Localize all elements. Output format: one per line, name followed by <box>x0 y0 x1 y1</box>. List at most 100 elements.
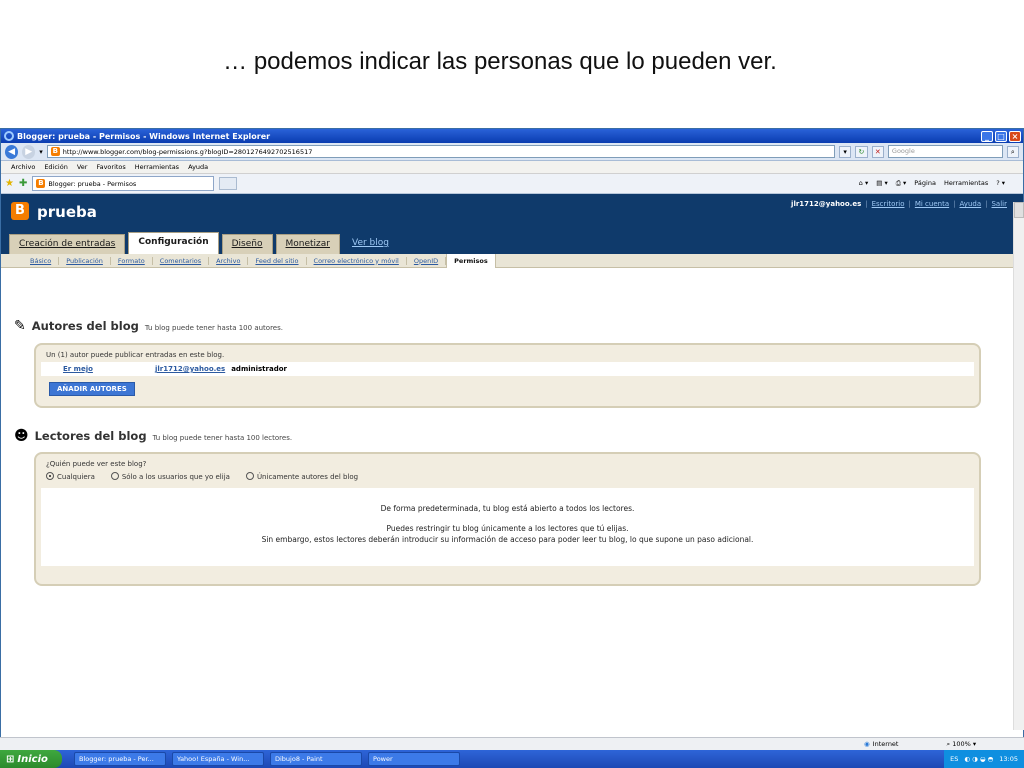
menu-edicion[interactable]: Edición <box>44 163 68 171</box>
table-row: Er mejo jlr1712@yahoo.es administrador <box>41 362 974 376</box>
author-name[interactable]: Er mejo <box>63 365 155 373</box>
task-paint[interactable]: Dibujo8 - Paint <box>270 752 362 766</box>
author-role: administrador <box>231 365 287 373</box>
menu-herramientas[interactable]: Herramientas <box>135 163 179 171</box>
add-favorites-icon[interactable]: ✚ <box>19 178 27 189</box>
tab-creacion-de-entradas[interactable]: Creación de entradas <box>9 234 126 254</box>
menu-ver[interactable]: Ver <box>77 163 88 171</box>
refresh-button[interactable]: ↻ <box>855 145 868 158</box>
browser-tab[interactable]: B Blogger: prueba - Permisos <box>32 176 215 191</box>
link-ayuda[interactable]: Ayuda <box>959 200 981 208</box>
view-blog-link[interactable]: Ver blog <box>343 234 398 254</box>
option-usuarios-elegidos[interactable]: Sólo a los usuarios que yo elija <box>110 472 230 481</box>
zoom-icon: ⌕ <box>946 739 951 748</box>
history-dropdown-icon[interactable]: ▾ <box>39 148 43 156</box>
window-controls: _ □ × <box>981 130 1023 142</box>
language-indicator[interactable]: ES <box>950 755 958 763</box>
search-input[interactable]: Google <box>887 145 1003 158</box>
task-ie-blogger[interactable]: Blogger: prueba - Per... <box>74 752 166 766</box>
status-bar: ◉ Internet ⌕ 100% ▾ <box>0 737 1024 750</box>
url-field[interactable]: B http://www.blogger.com/blog-permission… <box>46 145 835 158</box>
feeds-icon[interactable]: ▤ ▾ <box>876 179 887 188</box>
tab-bar: ★ ✚ B Blogger: prueba - Permisos ⌂ ▾ ▤ ▾… <box>1 174 1023 194</box>
readers-info-box: De forma predeterminada, tu blog está ab… <box>41 488 974 566</box>
subtab-feed-del-sitio[interactable]: Feed del sitio <box>248 256 307 265</box>
readers-question: ¿Quién puede ver este blog? <box>46 460 147 468</box>
subtab-permisos[interactable]: Permisos <box>446 253 496 268</box>
readers-title: Lectores del blog <box>34 429 147 443</box>
favorites-star-icon[interactable]: ★ <box>5 178 14 189</box>
radio-selected-icon[interactable] <box>46 472 54 480</box>
subtab-publicacion[interactable]: Publicación <box>59 256 111 265</box>
tools-menu[interactable]: Herramientas <box>944 179 988 188</box>
page-menu[interactable]: Página <box>914 179 936 188</box>
tab-diseno[interactable]: Diseño <box>221 234 273 254</box>
maximize-button[interactable]: □ <box>995 130 1007 142</box>
subtab-archivo[interactable]: Archivo <box>209 256 249 265</box>
subtab-openid[interactable]: OpenID <box>407 256 447 265</box>
blogger-logo-icon: B <box>11 202 29 220</box>
authors-section-header: ✎ Autores del blog Tu blog puede tener h… <box>14 318 283 334</box>
link-salir[interactable]: Salir <box>991 200 1007 208</box>
readers-subtitle: Tu blog puede tener hasta 100 lectores. <box>152 434 293 442</box>
subtab-comentarios[interactable]: Comentarios <box>153 256 210 265</box>
slide-caption: … podemos indicar las personas que lo pu… <box>223 48 777 75</box>
add-authors-button[interactable]: AÑADIR AUTORES <box>49 382 135 396</box>
browser-window: Blogger: prueba - Permisos - Windows Int… <box>0 128 1024 768</box>
tab-monetizar[interactable]: Monetizar <box>275 234 340 254</box>
menu-bar: Archivo Edición Ver Favoritos Herramient… <box>1 161 1023 174</box>
security-zone: ◉ Internet <box>864 740 898 748</box>
authors-note: Un (1) autor puede publicar entradas en … <box>46 351 225 359</box>
home-icon[interactable]: ⌂ ▾ <box>859 179 868 188</box>
print-icon[interactable]: ⎙ ▾ <box>896 179 907 188</box>
close-button[interactable]: × <box>1009 130 1021 142</box>
browser-tab-label: Blogger: prueba - Permisos <box>48 179 137 188</box>
readers-info-restrict: Puedes restringir tu blog únicamente a l… <box>386 524 629 533</box>
globe-icon: ◉ <box>864 740 870 748</box>
option-solo-autores[interactable]: Únicamente autores del blog <box>245 472 358 481</box>
menu-ayuda[interactable]: Ayuda <box>188 163 208 171</box>
subtab-formato[interactable]: Formato <box>111 256 153 265</box>
tray-icons[interactable]: ◐ ◑ ◒ ◓ <box>964 755 993 763</box>
page-scrollbar[interactable] <box>1013 202 1024 730</box>
url-dropdown-button[interactable]: ▾ <box>838 145 852 158</box>
subtab-correo-electronico[interactable]: Correo electrónico y móvil <box>307 256 407 265</box>
link-mi-cuenta[interactable]: Mi cuenta <box>915 200 949 208</box>
scroll-up-arrow[interactable] <box>1014 202 1024 218</box>
command-bar: ⌂ ▾ ▤ ▾ ⎙ ▾ Página Herramientas ? ▾ <box>859 179 1023 188</box>
option-cualquiera[interactable]: Cualquiera <box>46 472 95 481</box>
minimize-button[interactable]: _ <box>981 130 993 142</box>
clock: 13:05 <box>999 755 1018 763</box>
subtab-basico[interactable]: Básico <box>23 256 60 265</box>
readers-panel: ¿Quién puede ver este blog? Cualquiera S… <box>34 452 981 586</box>
forward-button[interactable]: ▶ <box>22 144 36 159</box>
blog-title: prueba <box>37 203 97 221</box>
user-links: jlr1712@yahoo.es | Escritorio | Mi cuent… <box>791 200 1007 208</box>
title-bar: Blogger: prueba - Permisos - Windows Int… <box>1 129 1023 143</box>
back-button[interactable]: ◀ <box>5 144 19 159</box>
help-icon[interactable]: ? ▾ <box>996 179 1005 188</box>
zoom-level[interactable]: ⌕ 100% ▾ <box>946 740 976 749</box>
readers-info-login: Sin embargo, estos lectores deberán intr… <box>261 535 754 544</box>
stop-button[interactable]: ✕ <box>871 145 884 158</box>
author-email[interactable]: jlr1712@yahoo.es <box>155 365 225 373</box>
link-escritorio[interactable]: Escritorio <box>872 200 905 208</box>
blog-header: B prueba jlr1712@yahoo.es | Escritorio |… <box>1 194 1023 254</box>
settings-sub-tabs: Básico Publicación Formato Comentarios A… <box>1 253 1023 268</box>
blogger-favicon-icon: B <box>50 147 60 156</box>
radio-icon[interactable] <box>110 472 119 480</box>
windows-taskbar: ⊞ Inicio Blogger: prueba - Per... Yahoo!… <box>0 750 1024 768</box>
menu-archivo[interactable]: Archivo <box>11 163 35 171</box>
radio-icon[interactable] <box>245 472 254 480</box>
readers-icon: ☻ <box>14 428 29 444</box>
readers-options: Cualquiera Sólo a los usuarios que yo el… <box>46 472 979 481</box>
task-ie-yahoo[interactable]: Yahoo! España - Win... <box>172 752 264 766</box>
zone-label: Internet <box>872 740 899 748</box>
menu-favoritos[interactable]: Favoritos <box>96 163 125 171</box>
system-tray: ES ◐ ◑ ◒ ◓ 13:05 <box>944 750 1024 768</box>
new-tab-button[interactable] <box>219 177 238 190</box>
task-powerpoint[interactable]: Power <box>368 752 460 766</box>
tab-configuracion[interactable]: Configuración <box>128 232 219 254</box>
start-button[interactable]: ⊞ Inicio <box>0 750 62 768</box>
search-icon[interactable]: ⌕ <box>1006 145 1019 158</box>
